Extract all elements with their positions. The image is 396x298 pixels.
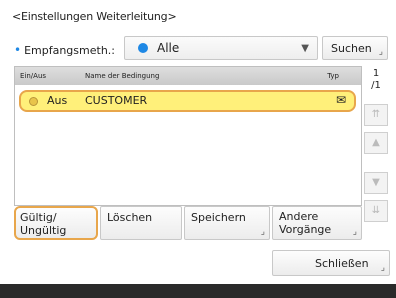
delete-label: Löschen xyxy=(107,211,153,224)
save-button[interactable]: Speichern ⌟ xyxy=(184,206,270,240)
valid-invalid-label: Gültig/ Ungültig xyxy=(20,211,67,237)
bottom-bar xyxy=(0,284,396,298)
valid-invalid-button[interactable]: Gültig/ Ungültig xyxy=(14,206,98,240)
double-down-icon: ⇊ xyxy=(371,205,381,216)
receive-method-label-text: Empfangsmeth.: xyxy=(24,44,115,57)
corner-icon: ⌟ xyxy=(378,47,383,57)
bullet-icon: • xyxy=(14,43,22,57)
double-up-icon: ⇈ xyxy=(371,109,381,120)
page-total: /1 xyxy=(371,80,381,91)
corner-icon: ⌟ xyxy=(352,227,357,237)
selection-dot-icon xyxy=(29,97,38,106)
down-icon: ▼ xyxy=(372,177,380,188)
column-header-type: Typ xyxy=(327,72,339,80)
scroll-top-button[interactable]: ⇈ xyxy=(364,104,388,126)
other-operations-label: Andere Vorgänge xyxy=(279,210,332,236)
save-label: Speichern xyxy=(191,211,246,224)
table-row[interactable]: Aus CUSTOMER ✉ xyxy=(19,90,356,112)
screen-title: <Einstellungen Weiterleitung> xyxy=(12,10,177,23)
scroll-bottom-button[interactable]: ⇊ xyxy=(364,200,388,222)
receive-method-value: Alle xyxy=(157,41,180,55)
close-button[interactable]: Schließen ⌟ xyxy=(272,250,390,276)
table-header: Ein/Aus Name der Bedingung Typ xyxy=(15,67,361,85)
page-current: 1 xyxy=(372,68,380,79)
corner-icon: ⌟ xyxy=(260,227,265,237)
scroll-down-button[interactable]: ▼ xyxy=(364,172,388,194)
search-button[interactable]: Suchen ⌟ xyxy=(322,36,388,60)
condition-table: Ein/Aus Name der Bedingung Typ Aus CUSTO… xyxy=(14,66,362,206)
chevron-down-icon: ▼ xyxy=(301,43,309,54)
close-label: Schließen xyxy=(315,257,369,270)
scroll-up-button[interactable]: ▲ xyxy=(364,132,388,154)
page-indicator: 1 /1 xyxy=(368,68,384,92)
scroll-panel: 1 /1 ⇈ ▲ ▼ ⇊ xyxy=(364,66,388,226)
row-name: CUSTOMER xyxy=(85,94,148,107)
column-header-onoff: Ein/Aus xyxy=(20,72,47,80)
row-onoff: Aus xyxy=(47,94,68,107)
search-button-label: Suchen xyxy=(331,42,372,55)
delete-button[interactable]: Löschen xyxy=(100,206,182,240)
column-header-name: Name der Bedingung xyxy=(85,72,160,80)
receive-method-select[interactable]: Alle ▼ xyxy=(124,36,318,60)
type-icon: ✉ xyxy=(335,93,346,107)
other-operations-button[interactable]: Andere Vorgänge ⌟ xyxy=(272,206,362,240)
receive-method-label: • Empfangsmeth.: xyxy=(14,43,115,57)
circle-icon xyxy=(138,43,148,53)
corner-icon: ⌟ xyxy=(380,263,385,273)
up-icon: ▲ xyxy=(372,137,380,148)
